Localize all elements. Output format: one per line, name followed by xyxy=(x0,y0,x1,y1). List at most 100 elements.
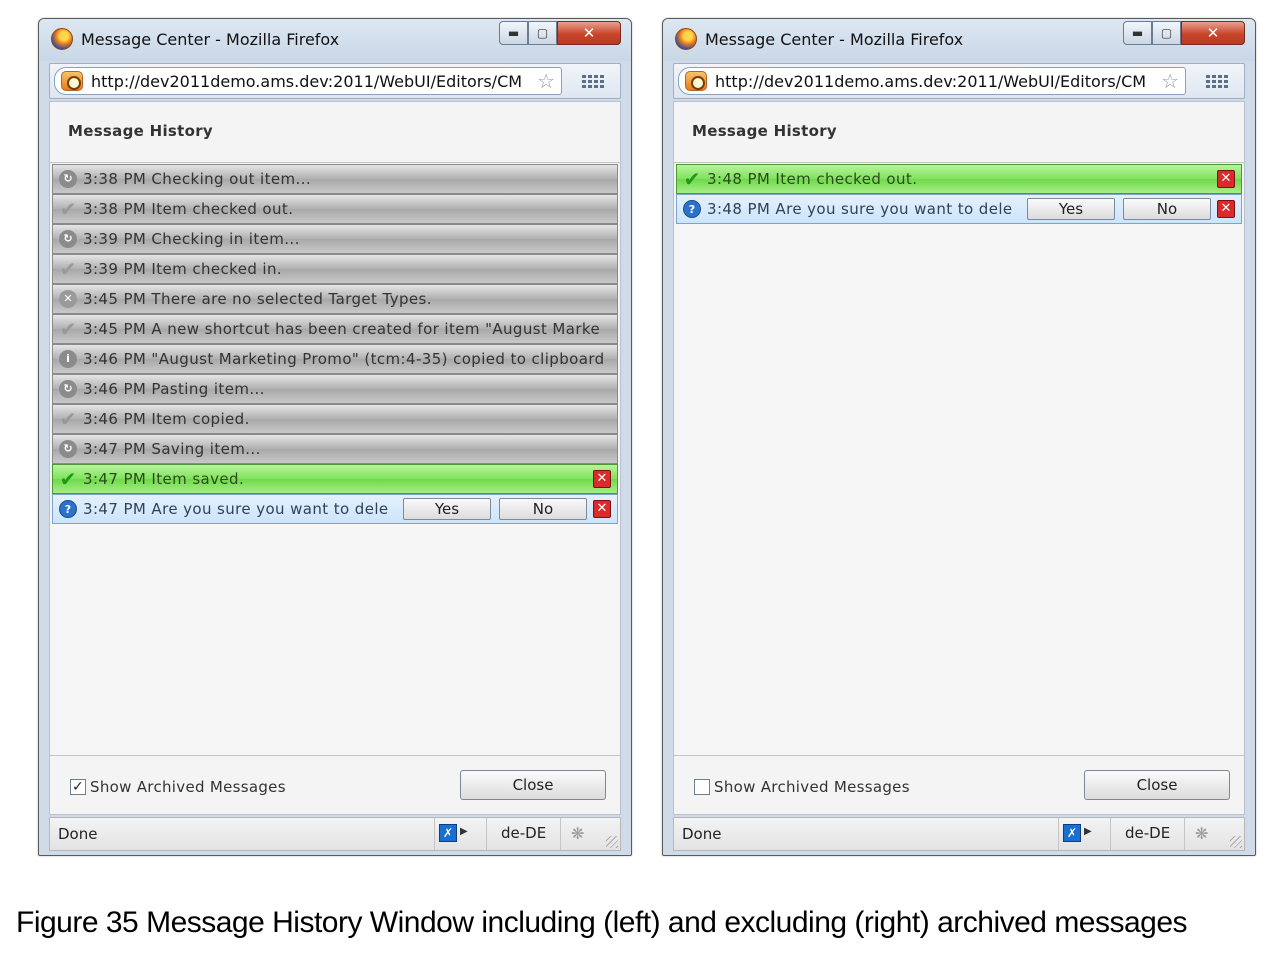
message-text: 3:45 PM A new shortcut has been created … xyxy=(83,320,601,338)
show-archived-checkbox[interactable] xyxy=(694,779,710,795)
window-title: Message Center - Mozilla Firefox xyxy=(81,30,340,49)
message-row-success: ✔ 3:48 PM Item checked out. ✕ xyxy=(676,164,1242,194)
message-text: 3:45 PM There are no selected Target Typ… xyxy=(83,290,432,308)
status-bar: Done ✗ ▶ de-DE ❋ xyxy=(49,817,621,851)
divider xyxy=(674,755,1244,756)
window-controls: ▬ ▢ ✕ xyxy=(499,21,621,47)
url-field[interactable]: http://dev2011demo.ams.dev:2011/WebUI/Ed… xyxy=(54,67,562,95)
dropdown-arrow-icon[interactable]: ▶ xyxy=(460,826,468,837)
site-identity-icon[interactable] xyxy=(61,71,83,91)
message-row: ↻ 3:38 PM Checking out item... xyxy=(52,164,618,194)
bug-icon[interactable]: ❋ xyxy=(1195,824,1208,843)
message-text: 3:46 PM "August Marketing Promo" (tcm:4-… xyxy=(83,350,605,368)
message-row-success: ✔ 3:47 PM Item saved. ✕ xyxy=(52,464,618,494)
message-row: ✕ 3:45 PM There are no selected Target T… xyxy=(52,284,618,314)
extension-icon[interactable]: ✗ xyxy=(439,824,457,842)
dismiss-message-button[interactable]: ✕ xyxy=(1217,200,1235,218)
close-button[interactable]: Close xyxy=(460,770,606,800)
message-list: ↻ 3:38 PM Checking out item... ✔ 3:38 PM… xyxy=(52,164,618,756)
window-title: Message Center - Mozilla Firefox xyxy=(705,30,964,49)
message-history-title: Message History xyxy=(68,122,213,140)
message-text: 3:46 PM Item copied. xyxy=(83,410,250,428)
message-row: i 3:46 PM "August Marketing Promo" (tcm:… xyxy=(52,344,618,374)
progress-icon: ↻ xyxy=(59,170,77,188)
site-identity-icon[interactable] xyxy=(685,71,707,91)
address-bar: http://dev2011demo.ams.dev:2011/WebUI/Ed… xyxy=(49,63,621,99)
locale-text: de-DE xyxy=(501,824,547,842)
message-text: 3:38 PM Item checked out. xyxy=(83,200,294,218)
message-row: ✔ 3:38 PM Item checked out. xyxy=(52,194,618,224)
check-icon: ✔ xyxy=(59,407,77,431)
status-bar: Done ✗ ▶ de-DE ❋ xyxy=(673,817,1245,851)
message-panel: Message History ✔ 3:48 PM Item checked o… xyxy=(673,101,1245,815)
minimize-button[interactable]: ▬ xyxy=(499,21,528,45)
close-button[interactable]: Close xyxy=(1084,770,1230,800)
minimize-button[interactable]: ▬ xyxy=(1123,21,1152,45)
show-archived-checkbox[interactable]: ✓ xyxy=(70,779,86,795)
show-archived-option[interactable]: ✓ Show Archived Messages xyxy=(70,778,286,796)
grid-icon[interactable] xyxy=(1206,74,1228,88)
dropdown-arrow-icon[interactable]: ▶ xyxy=(1084,826,1092,837)
message-row: ✔ 3:45 PM A new shortcut has been create… xyxy=(52,314,618,344)
extension-cell[interactable]: ✗ ▶ xyxy=(434,818,486,850)
firefox-icon xyxy=(675,28,697,50)
close-window-button[interactable]: ✕ xyxy=(557,21,621,45)
bookmark-star-icon[interactable]: ☆ xyxy=(537,69,555,93)
check-icon: ✔ xyxy=(683,167,701,191)
message-panel: Message History ↻ 3:38 PM Checking out i… xyxy=(49,101,621,815)
check-icon: ✔ xyxy=(59,317,77,341)
close-window-button[interactable]: ✕ xyxy=(1181,21,1245,45)
message-text: 3:47 PM Are you sure you want to dele xyxy=(83,500,389,518)
status-text: Done xyxy=(682,825,722,843)
title-bar: Message Center - Mozilla Firefox ▬ ▢ ✕ xyxy=(663,19,1255,61)
message-row: ↻ 3:46 PM Pasting item... xyxy=(52,374,618,404)
maximize-button[interactable]: ▢ xyxy=(528,21,557,45)
message-text: 3:48 PM Item checked out. xyxy=(707,170,918,188)
url-field[interactable]: http://dev2011demo.ams.dev:2011/WebUI/Ed… xyxy=(678,67,1186,95)
show-archived-option[interactable]: Show Archived Messages xyxy=(694,778,910,796)
message-text: 3:46 PM Pasting item... xyxy=(83,380,265,398)
dismiss-message-button[interactable]: ✕ xyxy=(593,500,611,518)
progress-icon: ↻ xyxy=(59,440,77,458)
url-text: http://dev2011demo.ams.dev:2011/WebUI/Ed… xyxy=(715,72,1147,91)
message-center-window-right: Message Center - Mozilla Firefox ▬ ▢ ✕ h… xyxy=(662,18,1256,856)
resize-grip-icon[interactable] xyxy=(1230,836,1242,848)
address-bar: http://dev2011demo.ams.dev:2011/WebUI/Ed… xyxy=(673,63,1245,99)
yes-button[interactable]: Yes xyxy=(1027,198,1115,220)
extension-icon[interactable]: ✗ xyxy=(1063,824,1081,842)
extension-cell[interactable]: ✗ ▶ xyxy=(1058,818,1110,850)
figure-caption: Figure 35 Message History Window includi… xyxy=(16,906,1188,939)
message-text: 3:47 PM Saving item... xyxy=(83,440,261,458)
show-archived-label: Show Archived Messages xyxy=(714,778,910,796)
bug-icon[interactable]: ❋ xyxy=(571,824,584,843)
message-row: ↻ 3:39 PM Checking in item... xyxy=(52,224,618,254)
dismiss-message-button[interactable]: ✕ xyxy=(593,470,611,488)
grid-icon[interactable] xyxy=(582,74,604,88)
divider xyxy=(50,755,620,756)
message-list: ✔ 3:48 PM Item checked out. ✕ ? 3:48 PM … xyxy=(676,164,1242,756)
message-row-question: ? 3:47 PM Are you sure you want to dele … xyxy=(52,494,618,524)
info-icon: i xyxy=(59,350,77,368)
no-button[interactable]: No xyxy=(1123,198,1211,220)
message-text: 3:39 PM Item checked in. xyxy=(83,260,283,278)
firefox-icon xyxy=(51,28,73,50)
resize-grip-icon[interactable] xyxy=(606,836,618,848)
message-row: ✔ 3:46 PM Item copied. xyxy=(52,404,618,434)
no-button[interactable]: No xyxy=(499,498,587,520)
message-text: 3:39 PM Checking in item... xyxy=(83,230,300,248)
show-archived-label: Show Archived Messages xyxy=(90,778,286,796)
check-icon: ✔ xyxy=(59,257,77,281)
bookmark-star-icon[interactable]: ☆ xyxy=(1161,69,1179,93)
check-icon: ✔ xyxy=(59,197,77,221)
message-text: 3:38 PM Checking out item... xyxy=(83,170,312,188)
yes-button[interactable]: Yes xyxy=(403,498,491,520)
title-bar: Message Center - Mozilla Firefox ▬ ▢ ✕ xyxy=(39,19,631,61)
dismiss-message-button[interactable]: ✕ xyxy=(1217,170,1235,188)
message-text: 3:47 PM Item saved. xyxy=(83,470,245,488)
window-controls: ▬ ▢ ✕ xyxy=(1123,21,1245,47)
locale-cell: de-DE xyxy=(486,818,560,850)
progress-icon: ↻ xyxy=(59,380,77,398)
maximize-button[interactable]: ▢ xyxy=(1152,21,1181,45)
error-icon: ✕ xyxy=(59,290,77,308)
question-icon: ? xyxy=(59,500,77,518)
